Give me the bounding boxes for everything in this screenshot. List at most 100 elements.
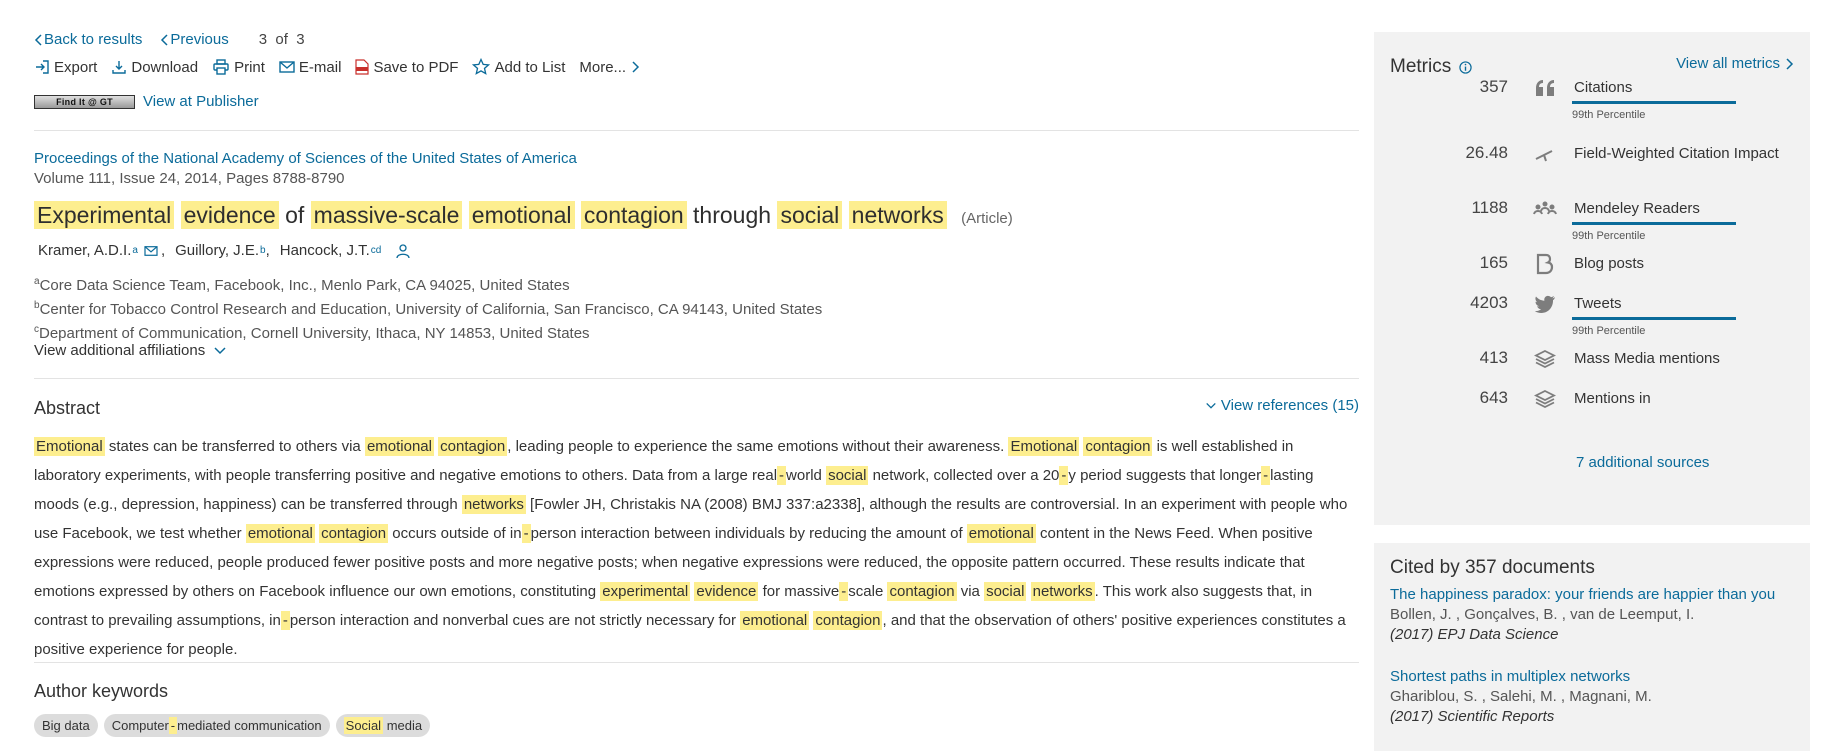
view-all-metrics-link[interactable]: View all metrics	[1676, 55, 1794, 72]
affiliation-text: Center for Tobacco Control Research and …	[39, 301, 823, 318]
info-icon[interactable]	[1459, 60, 1472, 74]
divider	[34, 662, 1359, 663]
chevron-down-icon	[214, 346, 226, 354]
author-keywords-heading: Author keywords	[34, 681, 169, 701]
search-term-highlight: -	[521, 524, 531, 543]
metrics-title-text: Metrics	[1390, 56, 1452, 77]
search-term-highlight: social	[826, 466, 869, 485]
metric-row[interactable]: 357 Citations 99th Percentile	[1374, 77, 1810, 121]
divider	[34, 378, 1359, 379]
view-all-metrics-label: View all metrics	[1676, 55, 1780, 72]
search-term-highlight: -	[839, 582, 849, 601]
affiliation-text: Core Data Science Team, Facebook, Inc., …	[39, 277, 570, 294]
metric-percentile: 99th Percentile	[1572, 325, 1646, 337]
view-references-link[interactable]: View references (15)	[1205, 397, 1359, 414]
metric-row[interactable]: 1188 Mendeley Readers 99th Percentile	[1374, 198, 1810, 242]
layers-icon	[1532, 388, 1558, 410]
source-title-link[interactable]: Proceedings of the National Academy of S…	[34, 150, 577, 167]
cited-by-panel: Cited by 357 documents The happiness par…	[1374, 543, 1810, 751]
blog-icon	[1532, 253, 1558, 275]
download-label: Download	[131, 58, 199, 76]
metric-row[interactable]: 165 Blog posts	[1374, 253, 1810, 283]
abstract-text: Emotional states can be transferred to o…	[34, 437, 1348, 658]
pdf-icon	[355, 59, 370, 75]
view-at-publisher-link[interactable]: View at Publisher	[143, 93, 259, 110]
search-term-highlight: contagion	[319, 524, 389, 543]
previous-link[interactable]: Previous	[160, 31, 229, 48]
affiliations: aCore Data Science Team, Facebook, Inc.,…	[34, 272, 822, 344]
author-link[interactable]: Hancock, J.T. cd	[280, 242, 382, 259]
metric-row[interactable]: 643 Mentions in	[1374, 388, 1810, 418]
more-button[interactable]: More...	[579, 59, 644, 76]
readers-icon	[1532, 198, 1558, 220]
download-icon	[112, 61, 127, 74]
current-position: 3	[258, 31, 268, 48]
citing-document-title-link[interactable]: Shortest paths in multiplex networks	[1390, 667, 1800, 687]
person-icon[interactable]	[395, 243, 411, 259]
author-link[interactable]: Guillory, J.E. b,	[175, 242, 270, 259]
metric-label: Field-Weighted Citation Impact	[1574, 145, 1779, 162]
metric-value: 643	[1479, 388, 1508, 407]
search-term-highlight: Social	[343, 717, 384, 734]
email-icon[interactable]	[144, 245, 158, 257]
metric-label: Tweets	[1574, 295, 1622, 312]
document-toolbar: Export Download Print E-mail Save to PDF…	[34, 58, 658, 76]
of-label: of	[275, 31, 288, 48]
scale-icon	[1532, 143, 1558, 165]
author-link[interactable]: Kramer, A.D.I. a ,	[38, 242, 165, 259]
add-to-list-label: Add to List	[494, 58, 566, 76]
export-icon	[36, 60, 49, 74]
metric-row[interactable]: 4203 Tweets 99th Percentile	[1374, 293, 1810, 337]
chevron-right-icon	[632, 61, 640, 73]
metric-row[interactable]: 26.48 Field-Weighted Citation Impact	[1374, 143, 1810, 173]
citing-document-source: (2017) Scientific Reports	[1390, 708, 1555, 725]
search-term-highlight: emotional	[245, 524, 315, 543]
total-results: 3	[296, 31, 305, 48]
percentile-bar	[1572, 317, 1736, 320]
search-term-highlight: contagion	[887, 582, 957, 601]
email-button[interactable]: E-mail	[279, 59, 341, 76]
metric-percentile: 99th Percentile	[1572, 109, 1646, 121]
add-to-list-button[interactable]: Add to List	[472, 58, 565, 76]
export-label: Export	[54, 58, 98, 76]
metrics-title: Metrics	[1390, 56, 1472, 78]
citing-document-authors: Bollen, J. , Gonçalves, B. , van de Leem…	[1390, 606, 1695, 623]
metric-label: Mentions in	[1574, 390, 1651, 407]
cited-by-heading: Cited by 357 documents	[1390, 557, 1595, 578]
affiliation-text: Department of Communication, Cornell Uni…	[39, 325, 590, 342]
search-term-highlight: -	[777, 466, 787, 485]
title-word: of	[285, 202, 305, 228]
metric-value: 26.48	[1465, 143, 1508, 162]
keyword-chip: Computer - mediated communication	[103, 714, 330, 737]
quote-icon	[1532, 77, 1558, 99]
back-to-results-link[interactable]: Back to results	[34, 31, 142, 48]
metric-value: 165	[1479, 253, 1508, 272]
document-type: (Article)	[961, 210, 1013, 227]
title-word: emotional	[468, 201, 575, 229]
view-additional-affiliations-toggle[interactable]: View additional affiliations	[34, 342, 227, 359]
title-word: Experimental	[34, 201, 175, 229]
metric-value: 1188	[1471, 198, 1508, 217]
find-it-button[interactable]: Find It @ GT	[34, 94, 135, 109]
document-title: Experimental evidence of massive-scale e…	[34, 201, 1013, 229]
title-word: social	[777, 201, 843, 229]
citing-document-title-link[interactable]: The happiness paradox: your friends are …	[1390, 585, 1800, 605]
additional-sources-link[interactable]: 7 additional sources	[1576, 454, 1709, 471]
search-term-highlight: contagion	[1083, 437, 1153, 456]
metric-row[interactable]: 413 Mass Media mentions	[1374, 348, 1810, 378]
back-label: Back to results	[44, 31, 143, 48]
title-word: evidence	[180, 201, 279, 229]
author-name: Kramer, A.D.I.	[38, 242, 132, 259]
search-term-highlight: emotional	[966, 524, 1036, 543]
search-term-highlight: -	[168, 717, 178, 734]
search-term-highlight: emotional	[364, 437, 434, 456]
search-term-highlight: experimental	[600, 582, 691, 601]
download-button[interactable]: Download	[111, 59, 198, 76]
save-to-pdf-button[interactable]: Save to PDF	[355, 59, 458, 76]
export-button[interactable]: Export	[34, 59, 97, 76]
print-button[interactable]: Print	[212, 59, 265, 76]
chevron-right-icon	[1786, 57, 1794, 70]
keyword-list: Big data Computer - mediated communication S…	[34, 714, 436, 737]
search-term-highlight: contagion	[438, 437, 508, 456]
chevron-left-icon	[34, 33, 42, 46]
